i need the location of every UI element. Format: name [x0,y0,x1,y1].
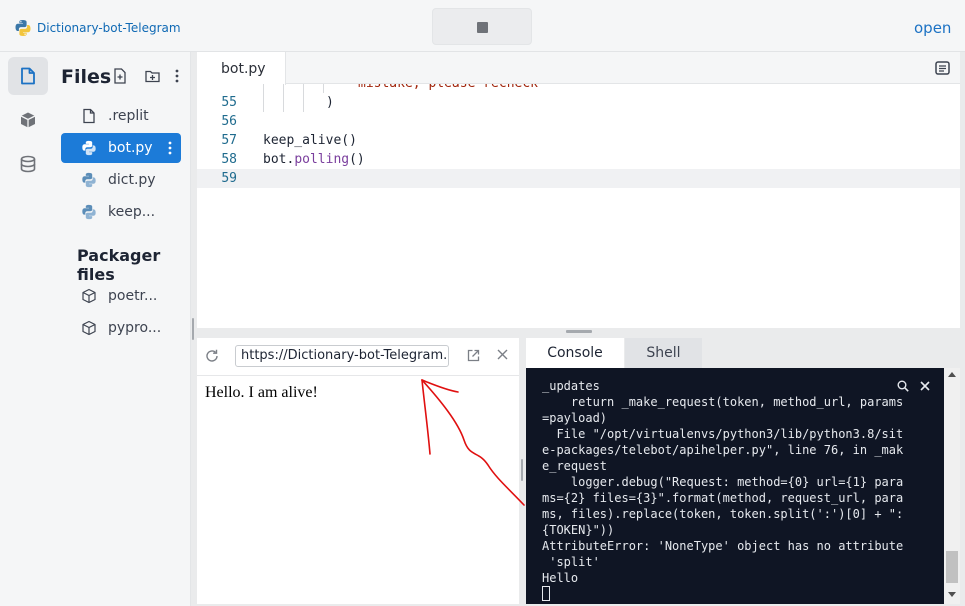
close-icon[interactable] [497,349,508,360]
line-number: 59 [221,171,237,186]
file-icon [83,108,95,124]
editor-resize-handle[interactable] [566,330,592,333]
package-icon [82,288,96,304]
left-rail [0,52,55,606]
console-output: _updates return _make_request(token, met… [542,378,944,602]
code-text: mistake, please recheck [358,84,538,93]
tree-item-label: pypro... [108,320,162,336]
python-logo-icon [15,20,31,36]
packages-rail-button[interactable] [8,101,48,139]
code-editor: bot.py mistake, please recheck 55 ) 56 5… [197,52,960,328]
line-number: 55 [221,95,237,110]
tab-console[interactable]: Console [526,338,624,368]
new-folder-icon[interactable] [145,68,160,84]
code-text: bot.polling() [263,152,365,167]
top-bar: Dictionary-bot-Telegram open [0,0,965,52]
editor-tabbar: bot.py [197,52,960,85]
refresh-icon[interactable] [205,349,219,363]
annotation-arrow-icon [421,379,525,506]
code-line: 55 ) [197,93,960,112]
tree-item-poetry[interactable]: poetr... [61,281,181,311]
terminal-cursor [542,586,550,601]
stop-button[interactable] [432,8,532,45]
webview-content: Hello. I am alive! [205,384,318,401]
code-text: ) [326,95,334,110]
scroll-up-arrow-icon[interactable] [948,372,956,377]
code-text: keep_alive() [263,133,357,148]
line-number: 56 [221,114,237,129]
python-icon [82,204,96,220]
python-icon [82,140,96,156]
code-line: 58 bot.polling() [197,150,960,169]
database-rail-button[interactable] [8,145,48,183]
package-icon [82,320,96,336]
repl-title[interactable]: Dictionary-bot-Telegram [37,21,181,35]
tree-item-label: bot.py [108,140,153,156]
tree-item-pyproject[interactable]: pypro... [61,313,181,343]
code-line: 56 [197,112,960,131]
item-menu-icon[interactable] [168,140,172,156]
console-pane: Console Shell _updates return _make_requ… [526,338,960,604]
tree-item-keep-alive[interactable]: keep... [61,197,181,227]
tree-item-label: keep... [108,204,156,220]
console-scrollbar[interactable] [944,368,960,604]
tab-label: bot.py [221,61,266,77]
tree-item-replit[interactable]: .replit [61,101,181,131]
tree-item-label: poetr... [108,288,158,304]
external-link-icon[interactable] [467,349,480,362]
code-line-current: 59 [197,169,960,188]
console-tabs: Console Shell [526,338,960,368]
files-pane: Files .replit bot.py dict.py keep... Pac… [55,52,191,606]
console-terminal[interactable]: _updates return _make_request(token, met… [526,368,960,604]
editor-menu-icon[interactable] [935,61,950,75]
line-number: 58 [221,152,237,167]
line-number: 57 [221,133,237,148]
database-icon [20,155,36,173]
tab-shell[interactable]: Shell [625,338,702,368]
python-icon [82,172,96,188]
scroll-thumb[interactable] [946,551,958,583]
search-icon[interactable] [897,380,909,392]
files-title: Files [61,66,112,88]
code-area[interactable]: mistake, please recheck 55 ) 56 57 keep_… [197,84,960,328]
files-rail-button[interactable] [8,57,48,95]
scroll-down-arrow-icon[interactable] [948,592,956,597]
tab-bot-py[interactable]: bot.py [197,52,286,85]
tree-item-bot-py[interactable]: bot.py [61,133,181,163]
webview-url-input[interactable]: https://Dictionary-bot-Telegram.abl [235,345,449,367]
tree-item-dict-py[interactable]: dict.py [61,165,181,195]
new-file-icon[interactable] [113,68,127,84]
tree-item-label: dict.py [108,172,156,188]
cube-icon [20,112,36,128]
close-icon[interactable] [920,381,930,391]
sidebar-resize-handle[interactable] [192,318,194,340]
files-menu-icon[interactable] [175,68,179,84]
packager-files-title: Packager files [77,246,161,284]
code-line: mistake, please recheck [197,84,960,93]
code-line: 57 keep_alive() [197,131,960,150]
stop-icon [477,22,488,33]
tree-item-label: .replit [108,108,149,124]
file-icon [21,67,35,85]
open-link[interactable]: open [914,19,951,37]
